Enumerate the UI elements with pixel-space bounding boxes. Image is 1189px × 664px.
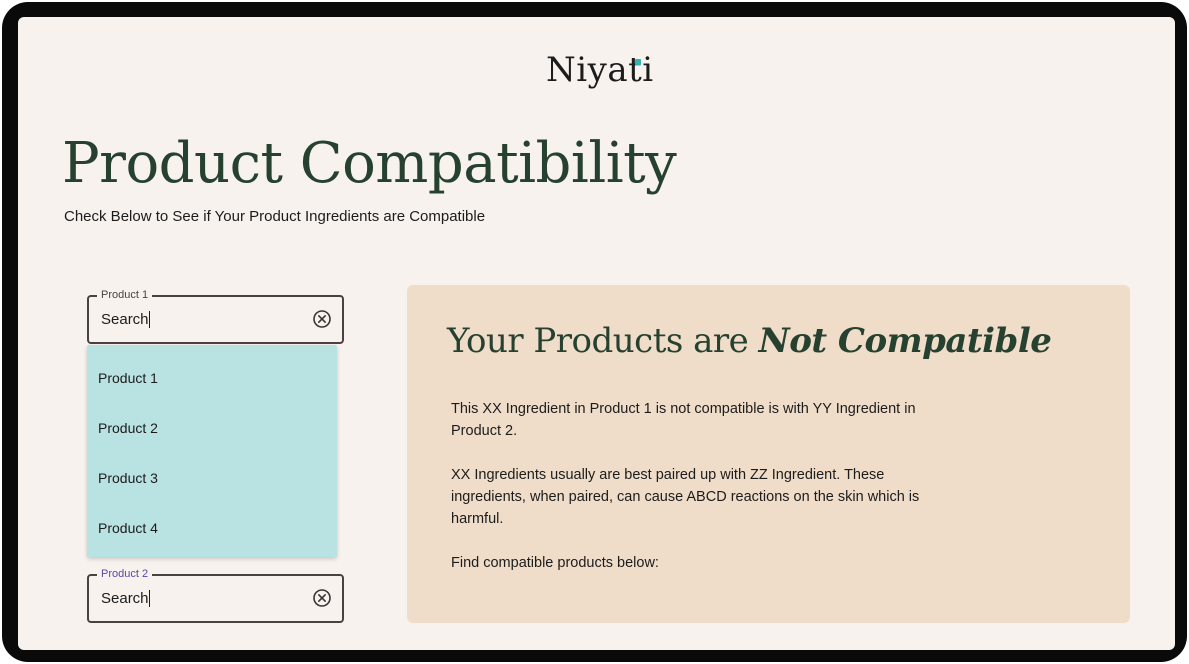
dropdown-option-product-4[interactable]: Product 4: [87, 503, 337, 553]
result-heading-emphasis: Not Compatible: [758, 321, 1052, 361]
text-caret: [149, 311, 150, 328]
app-screen: Niyati Product Compatibility Check Below…: [18, 17, 1175, 650]
text-caret: [149, 590, 150, 607]
product-1-clear-button[interactable]: [312, 309, 332, 329]
product-dropdown-menu: Product 1 Product 2 Product 3 Product 4: [87, 345, 337, 557]
circle-x-icon: [313, 310, 331, 328]
result-paragraph-2: XX Ingredients usually are best paired u…: [451, 467, 920, 527]
dropdown-option-product-2[interactable]: Product 2: [87, 403, 337, 453]
product-2-label: Product 2: [97, 567, 153, 581]
result-body: This XX Ingredient in Product 1 is not c…: [451, 398, 921, 596]
product-1-label: Product 1: [97, 288, 153, 302]
product-2-field: Product 2: [87, 567, 344, 623]
page-title: Product Compatibility: [62, 131, 677, 196]
product-2-search-input[interactable]: [101, 587, 301, 609]
device-frame: Niyati Product Compatibility Check Below…: [2, 2, 1187, 662]
result-heading: Your Products are Not Compatible: [447, 321, 1052, 361]
circle-x-icon: [313, 589, 331, 607]
result-paragraph-3: Find compatible products below:: [451, 555, 659, 571]
page-subtitle: Check Below to See if Your Product Ingre…: [64, 208, 486, 225]
logo-accent-dot: [635, 59, 641, 65]
dropdown-option-product-3[interactable]: Product 3: [87, 453, 337, 503]
product-2-clear-button[interactable]: [312, 588, 332, 608]
dropdown-option-product-1[interactable]: Product 1: [87, 353, 337, 403]
result-paragraph-1: This XX Ingredient in Product 1 is not c…: [451, 401, 916, 439]
compatibility-result-card: Your Products are Not Compatible This XX…: [407, 285, 1130, 623]
product-1-field: Product 1: [87, 288, 344, 344]
product-1-search-input[interactable]: [101, 308, 301, 330]
result-heading-prefix: Your Products are: [447, 321, 749, 361]
